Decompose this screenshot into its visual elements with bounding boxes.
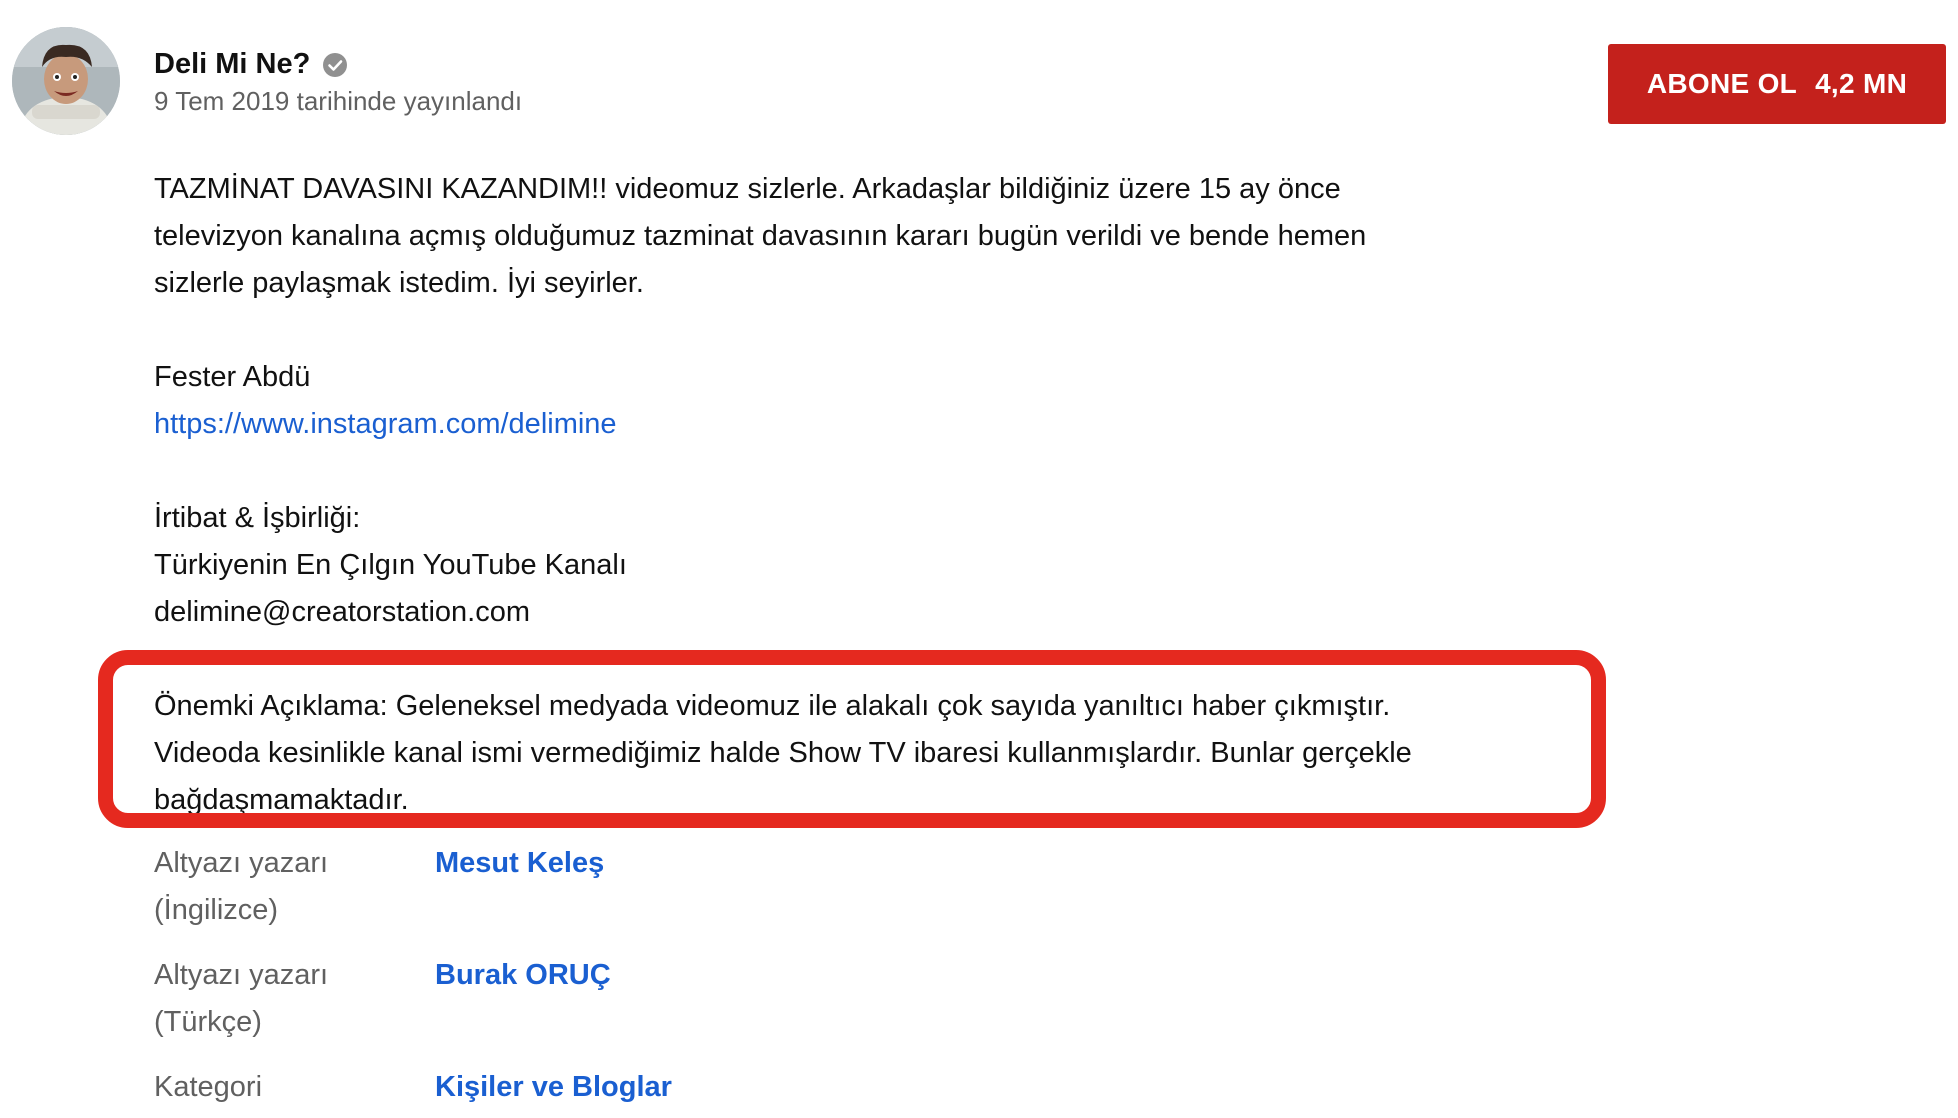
- contact-email: delimine@creatorstation.com: [154, 596, 530, 628]
- notice-line: Önemki Açıklama: Geleneksel medyada vide…: [154, 690, 1391, 722]
- subscribe-button[interactable]: ABONE OL 4,2 MN: [1608, 44, 1946, 124]
- subscriber-count: 4,2 MN: [1815, 68, 1908, 99]
- channel-avatar[interactable]: [12, 27, 120, 135]
- publish-date: 9 Tem 2019 tarihinde yayınlandı: [154, 86, 523, 116]
- check-circle-icon: [322, 51, 348, 77]
- metadata-label: Altyazı yazarı (Türkçe): [154, 959, 329, 1038]
- channel-name-text[interactable]: Deli Mi Ne?: [154, 46, 310, 82]
- notice-line: bağdaşmamaktadır.: [154, 784, 409, 816]
- avatar-photo: [12, 27, 120, 135]
- instagram-link[interactable]: https://www.instagram.com/delimine: [154, 408, 617, 440]
- contact-line: Türkiyenin En Çılgın YouTube Kanalı: [154, 549, 627, 581]
- author-name: Fester Abdü: [154, 361, 311, 393]
- category-link[interactable]: Kişiler ve Bloglar: [435, 1064, 672, 1111]
- metadata-label: Altyazı yazarı (İngilizce): [154, 847, 329, 926]
- channel-name[interactable]: Deli Mi Ne?: [154, 46, 348, 82]
- description-line: televizyon kanalına açmış olduğumuz tazm…: [154, 220, 1367, 252]
- subtitle-author-turkish-link[interactable]: Burak ORUÇ: [435, 952, 611, 999]
- notice-line: Videoda kesinlikle kanal ismi vermediğim…: [154, 737, 1412, 769]
- subtitle-author-english-link[interactable]: Mesut Keleş: [435, 840, 604, 887]
- contact-title: İrtibat & İşbirliği:: [154, 502, 361, 534]
- video-description: TAZMİNAT DAVASINI KAZANDIM!! videomuz si…: [154, 166, 1624, 824]
- metadata-label: Kategori: [154, 1071, 263, 1103]
- description-line: TAZMİNAT DAVASINI KAZANDIM!! videomuz si…: [154, 173, 1341, 205]
- subscribe-label: ABONE OL: [1646, 68, 1798, 99]
- description-line: sizlerle paylaşmak istedim. İyi seyirler…: [154, 267, 644, 299]
